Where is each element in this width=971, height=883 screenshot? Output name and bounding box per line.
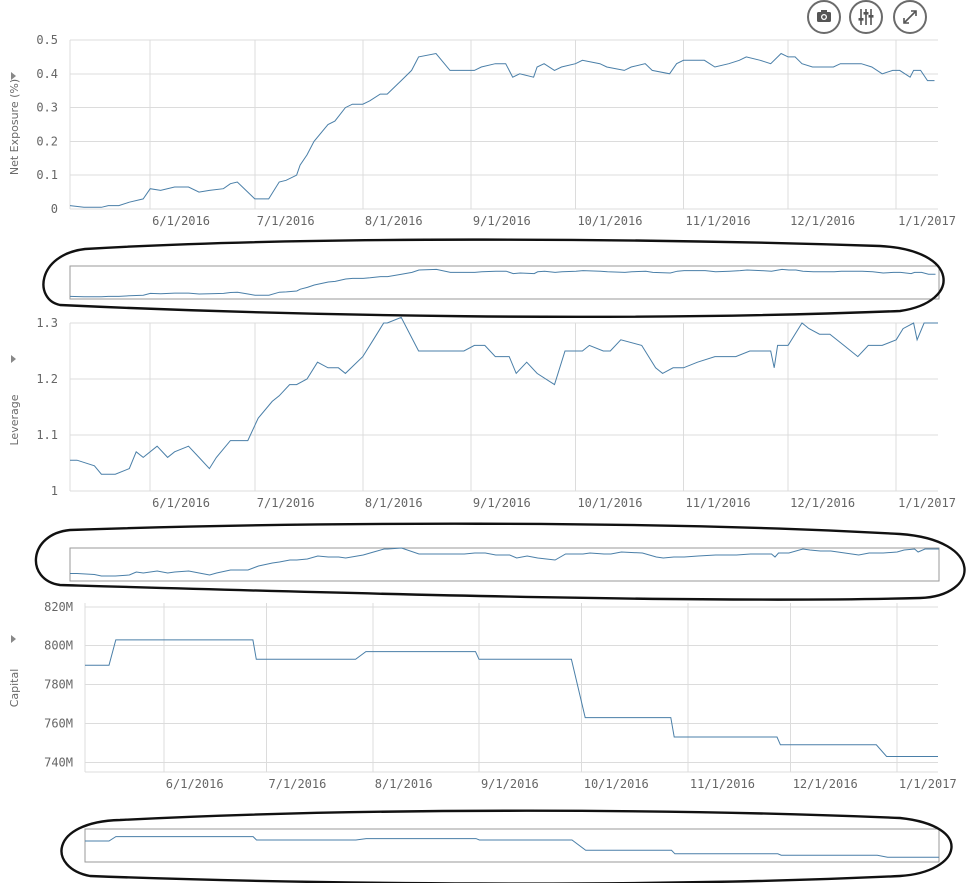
- x-tick-label: 10/1/2016: [584, 777, 649, 791]
- x-tick-label: 9/1/2016: [481, 777, 539, 791]
- dashboard-stage: 0 0.1 0.2 0.3 0.4 0.5 6/1/2016 7/1/2016 8/1/2016…: [0, 0, 971, 883]
- x-tick-label: 1/1/2017: [898, 496, 956, 510]
- y-axis-dropdown-icon[interactable]: [11, 635, 16, 643]
- y-tick-label: 800M: [44, 639, 73, 653]
- charts-canvas: 0 0.1 0.2 0.3 0.4 0.5 6/1/2016 7/1/2016 8/1/2016…: [8, 33, 966, 883]
- range-navigator[interactable]: [84, 828, 940, 863]
- x-tick-label: 10/1/2016: [577, 214, 642, 228]
- x-tick-label: 9/1/2016: [473, 496, 531, 510]
- chart-panel-1: 0 0.1 0.2 0.3 0.4 0.5 6/1/2016 7/1/2016 8/1/2016…: [8, 33, 956, 319]
- x-tick-label: 11/1/2016: [686, 214, 751, 228]
- y-tick-label: 1.3: [36, 316, 58, 330]
- y-tick-label: 0.4: [36, 67, 58, 81]
- navigator-frame[interactable]: [84, 828, 940, 863]
- x-tick-label: 10/1/2016: [577, 496, 642, 510]
- x-tick-label: 8/1/2016: [365, 496, 423, 510]
- y-tick-label: 760M: [44, 716, 73, 730]
- x-tick-label: 7/1/2016: [257, 214, 315, 228]
- x-tick-label: 8/1/2016: [365, 214, 423, 228]
- x-tick-label: 1/1/2017: [899, 777, 957, 791]
- x-tick-label: 7/1/2016: [257, 496, 315, 510]
- y-tick-label: 1.2: [36, 372, 58, 386]
- x-tick-label: 11/1/2016: [690, 777, 755, 791]
- y-axis-dropdown-icon[interactable]: [11, 355, 16, 363]
- chart-panel-3: 740M 760M 780M 800M 820M 6/1/2016 7/1/2016 8/1/…: [8, 600, 957, 883]
- y-axis-title: Capital: [8, 669, 21, 708]
- range-navigator[interactable]: [69, 265, 940, 300]
- y-axis-dropdown-icon[interactable]: [11, 72, 16, 80]
- x-tick-label: 12/1/2016: [790, 496, 855, 510]
- x-tick-label: 1/1/2017: [898, 214, 956, 228]
- x-tick-label: 6/1/2016: [166, 777, 224, 791]
- x-tick-label: 6/1/2016: [152, 214, 210, 228]
- navigator-frame[interactable]: [69, 547, 940, 582]
- x-tick-label: 9/1/2016: [473, 214, 531, 228]
- y-axis-title: Leverage: [8, 394, 21, 445]
- x-tick-label: 11/1/2016: [686, 496, 751, 510]
- y-tick-label: 0.3: [36, 101, 58, 115]
- x-tick-label: 7/1/2016: [269, 777, 327, 791]
- range-navigator[interactable]: [69, 547, 940, 582]
- y-tick-label: 1.1: [36, 428, 58, 442]
- x-tick-label: 8/1/2016: [375, 777, 433, 791]
- x-tick-label: 12/1/2016: [790, 214, 855, 228]
- y-tick-label: 0: [51, 202, 58, 216]
- y-tick-label: 0.5: [36, 33, 58, 47]
- y-tick-label: 820M: [44, 600, 73, 614]
- y-tick-label: 0.2: [36, 134, 58, 148]
- y-tick-label: 740M: [44, 755, 73, 769]
- x-tick-label: 6/1/2016: [152, 496, 210, 510]
- y-axis-title: Net Exposure (%): [8, 79, 21, 175]
- y-tick-label: 780M: [44, 678, 73, 692]
- x-tick-label: 12/1/2016: [793, 777, 858, 791]
- chart-panel-2: 1 1.1 1.2 1.3 6/1/2016 7/1/2016 8/1/2016 9/1/20…: [8, 316, 966, 601]
- series-line-1: [85, 639, 938, 757]
- y-tick-label: 0.1: [36, 168, 58, 182]
- y-tick-label: 1: [51, 484, 58, 498]
- series-line-1: [70, 316, 938, 475]
- series-line-1: [69, 52, 935, 208]
